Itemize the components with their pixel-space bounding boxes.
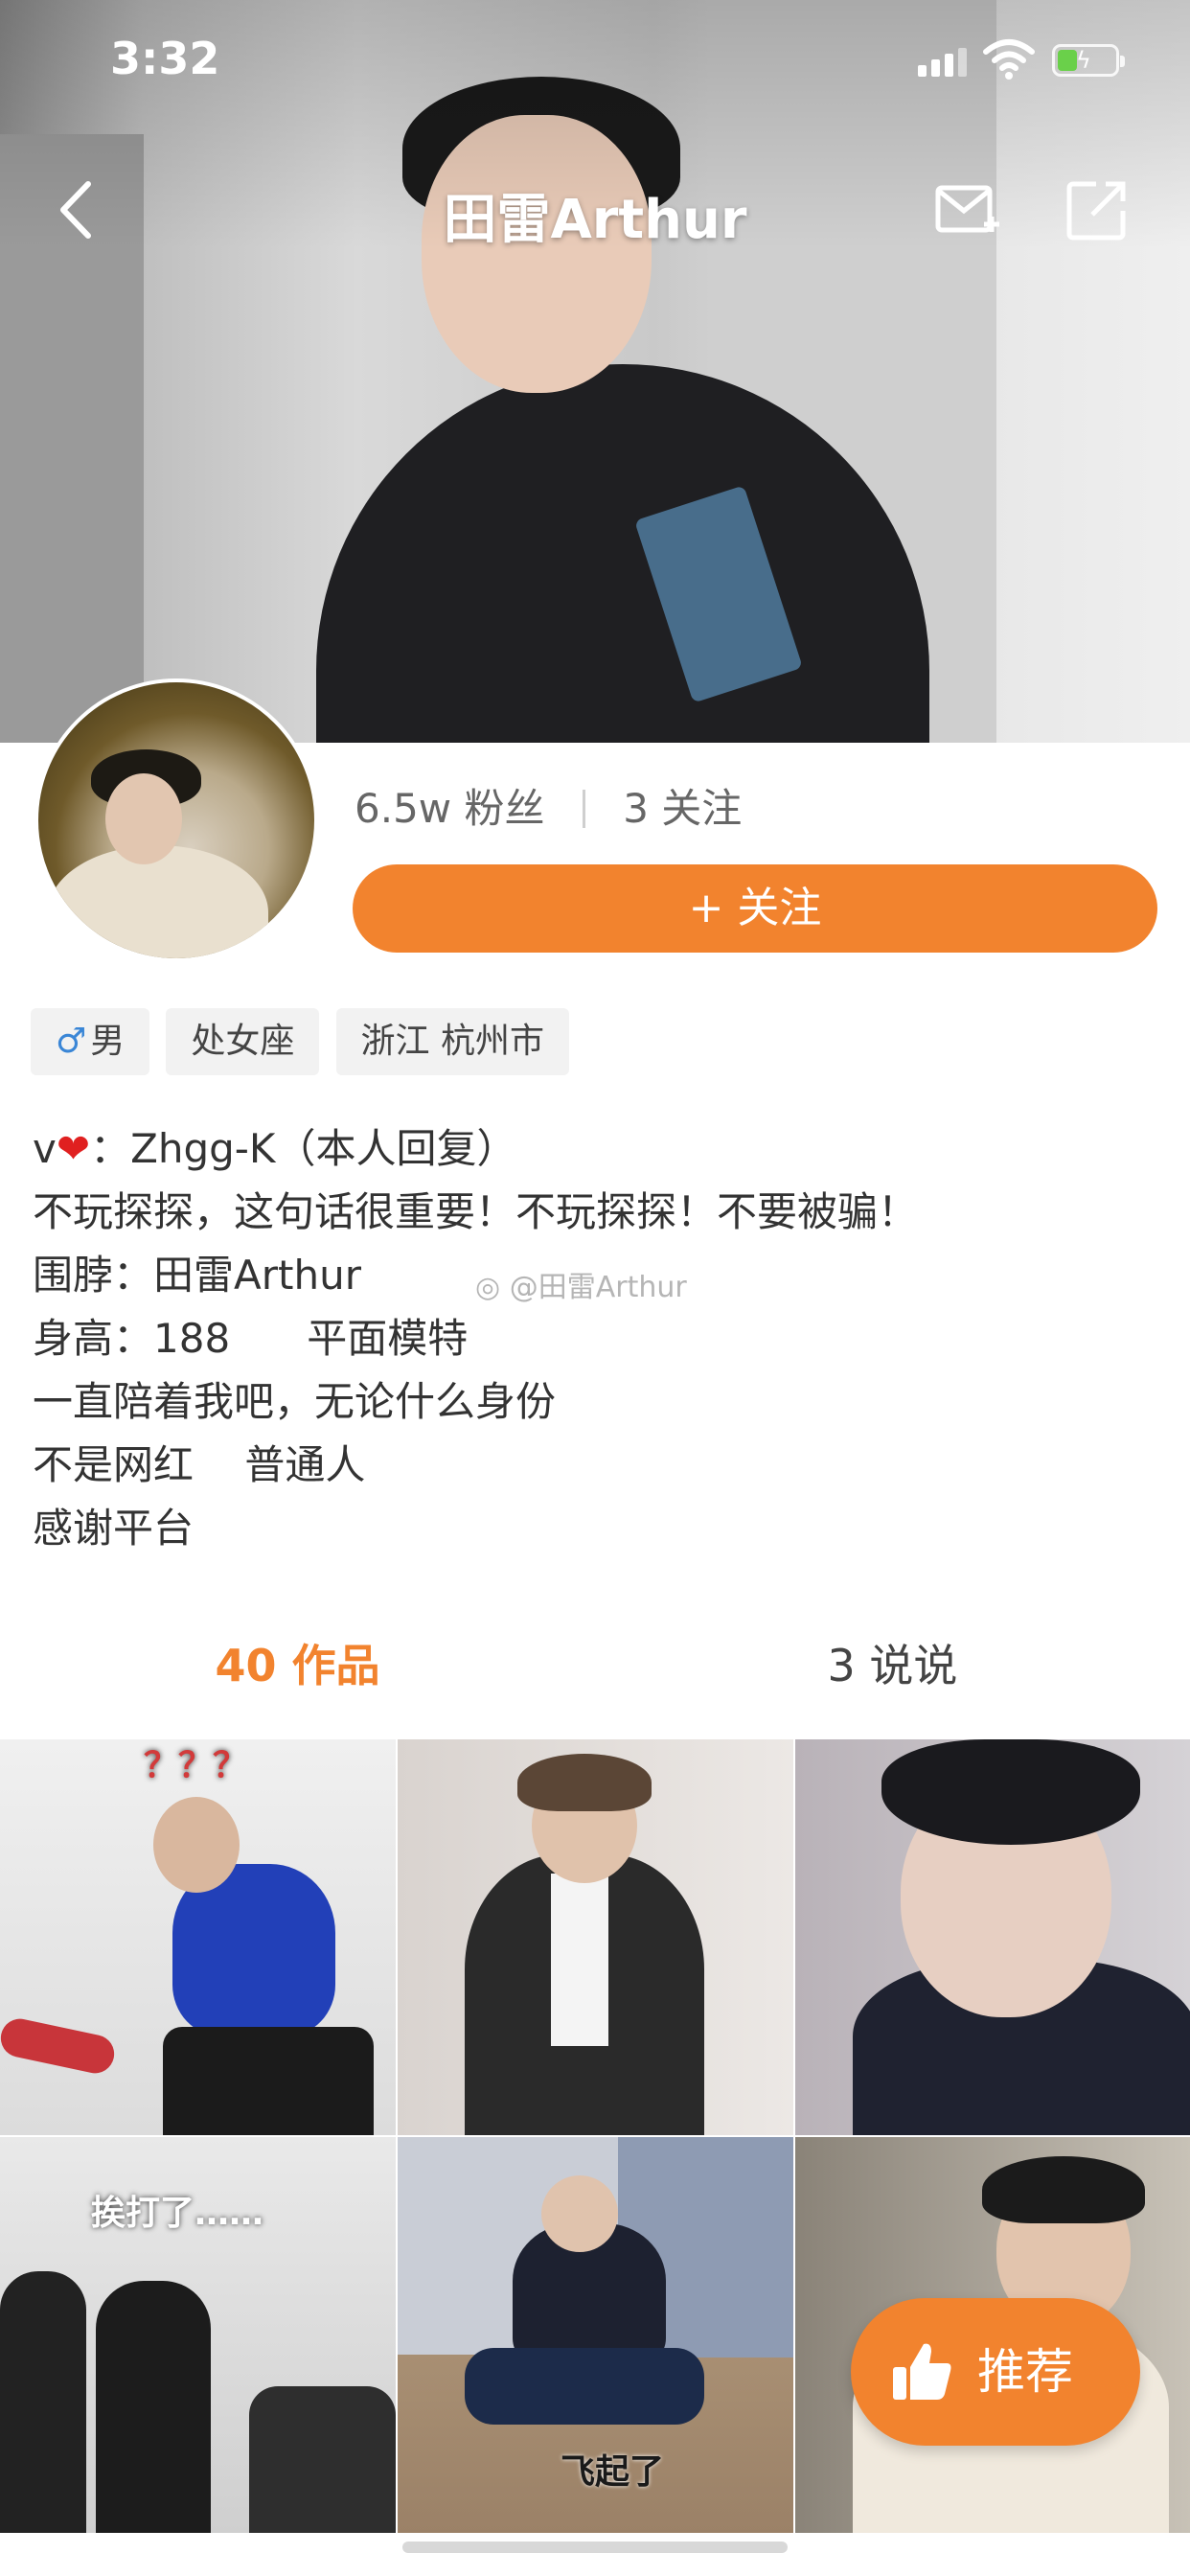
thumbnail-caption: 飞起了 [561,2452,665,2492]
tab-works[interactable]: 40 作品 [0,1627,595,1704]
bio-line: 不玩探探，这句话很重要！不玩探探！不要被骗！ [33,1188,919,1235]
tag-gender: ♂ 男 [31,1008,150,1075]
home-indicator [402,2542,788,2553]
page-title: 田雷Arthur [443,189,747,251]
bio-line: v❤：Zhgg-K（本人回复） [33,1125,517,1172]
profile-bio: v❤：Zhgg-K（本人回复） 不玩探探，这句话很重要！不玩探探！不要被骗！ 围… [33,1117,918,1560]
watermark: ◎ @田雷Arthur [475,1271,687,1304]
tag-location: 浙江 杭州市 [335,1008,569,1075]
heart-icon: ❤ [56,1125,91,1172]
tab-posts[interactable]: 3 说说 [595,1627,1190,1704]
following-count[interactable]: 3 关注 [623,785,742,832]
profile-tags: ♂ 男 处女座 浙江 杭州市 [31,1008,581,1075]
divider [582,790,585,828]
message-icon[interactable] [934,176,1001,243]
thumbs-up-icon [893,2343,951,2400]
male-icon: ♂ [56,1022,87,1061]
thumbnail-caption: 挨打了…… [91,2194,264,2233]
bio-line: 一直陪着我吧，无论什么身份 [33,1378,557,1425]
weibo-icon: ◎ [475,1271,501,1304]
battery-icon: ϟ [1052,44,1125,77]
video-thumbnail[interactable] [795,1739,1190,2135]
top-nav: 田雷Arthur [0,163,1190,259]
status-bar: 3:32 ϟ [0,0,1190,115]
avatar[interactable] [34,678,318,962]
recommend-label: 推荐 [977,2344,1073,2400]
video-thumbnail[interactable] [398,1739,793,2135]
cellular-signal-icon [918,48,972,77]
wifi-icon [983,39,1035,80]
recommend-button[interactable]: 推荐 [851,2298,1140,2446]
bio-line: 不是网红 普通人 [33,1441,366,1488]
tag-zodiac: 处女座 [166,1008,320,1075]
share-icon[interactable] [1064,176,1131,243]
fans-count[interactable]: 6.5w 粉丝 [355,785,545,832]
follow-button[interactable]: + 关注 [353,864,1157,953]
status-time: 3:32 [110,33,220,84]
profile-stats: 6.5w 粉丝 3 关注 [355,776,742,835]
video-thumbnail[interactable]: 飞起了 [398,2137,793,2533]
video-thumbnail[interactable]: ？？？ [0,1739,396,2135]
bio-line: 身高：188 平面模特 [33,1315,469,1362]
works-grid: ？？？ 挨打了…… 飞起了 [0,1739,1190,2576]
bio-line: 感谢平台 [33,1505,195,1552]
thumbnail-caption: ？？？ [144,1746,248,1785]
content-tabs: 40 作品 3 说说 [0,1627,1190,1704]
video-thumbnail[interactable]: 挨打了…… [0,2137,396,2533]
